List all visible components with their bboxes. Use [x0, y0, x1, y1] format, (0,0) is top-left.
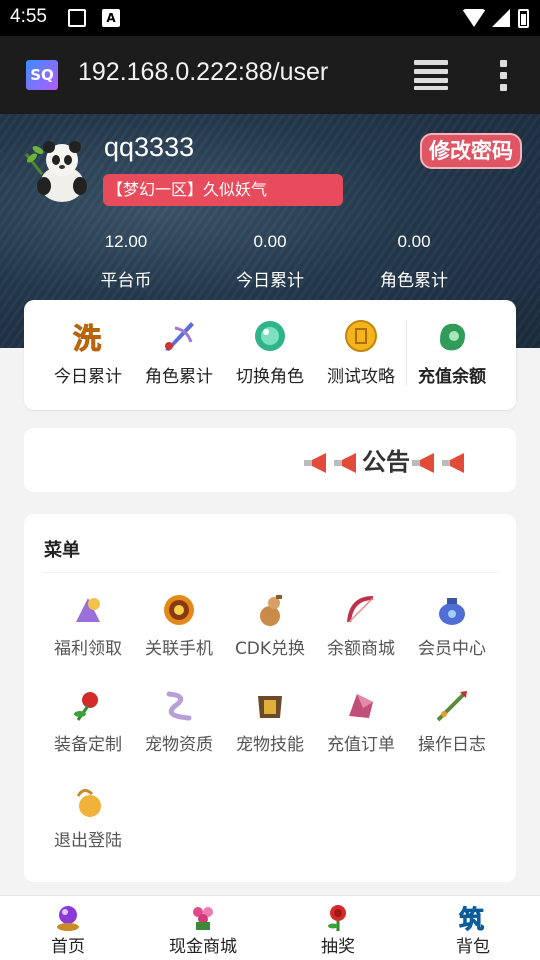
- app-bar: SQ 192.168.0.222:88/user: [0, 36, 540, 114]
- quick-recharge-balance[interactable]: 充值余额: [407, 318, 497, 387]
- gourd-icon: [252, 592, 288, 628]
- app-logo: SQ: [26, 60, 58, 90]
- quick-label: 角色累计: [145, 367, 213, 387]
- menu-label: 会员中心: [418, 639, 486, 659]
- notice-marquee: 公告: [302, 442, 470, 477]
- nav-label: 首页: [51, 937, 85, 957]
- page-url: 192.168.0.222:88/user: [78, 58, 329, 86]
- menu-label: 福利领取: [54, 639, 122, 659]
- wheel-icon: [161, 592, 197, 628]
- nav-label: 背包: [456, 937, 490, 957]
- quick-actions-card: 洗 今日累计 角色累计 切换角色 测试攻略 充值余额: [24, 300, 516, 410]
- notice-bar[interactable]: 公告: [24, 428, 516, 492]
- notice-label: 公告: [362, 448, 410, 476]
- megaphone-icon: [302, 452, 332, 474]
- stat-role-total: 0.00 角色累计: [354, 232, 474, 291]
- flower-icon: [70, 688, 106, 724]
- bow-icon: [343, 592, 379, 628]
- menu-item-equip-custom[interactable]: 装备定制: [43, 688, 133, 755]
- battery-icon: [518, 9, 529, 28]
- avatar: [20, 134, 92, 206]
- orb-icon: [252, 318, 288, 354]
- gift-icon: [70, 592, 106, 628]
- shop-icon: [188, 902, 218, 932]
- scarf-icon: [161, 688, 197, 724]
- menu-item-recharge-orders[interactable]: 充值订单: [316, 688, 406, 755]
- lottery-icon: [323, 902, 353, 932]
- nav-lottery[interactable]: 抽奖: [288, 902, 388, 957]
- menu-item-operation-log[interactable]: 操作日志: [407, 688, 497, 755]
- menu-label: CDK兑换: [234, 639, 306, 659]
- stat-value: 0.00: [397, 232, 431, 251]
- menu-label: 余额商城: [327, 639, 395, 659]
- bottom-nav: 首页 现金商城 抽奖 筑 背包: [0, 895, 540, 960]
- backpack-icon: 筑: [458, 902, 488, 935]
- divider: [42, 572, 498, 573]
- nav-label: 抽奖: [321, 937, 355, 957]
- image-notification-icon: [68, 9, 86, 27]
- menu-label: 退出登陆: [54, 831, 122, 851]
- stat-label: 平台币: [100, 271, 152, 291]
- signal-icon: [492, 9, 510, 27]
- quick-label: 切换角色: [236, 367, 304, 387]
- app-notification-icon: A: [102, 9, 120, 27]
- menu-item-pet-aptitude[interactable]: 宠物资质: [134, 688, 224, 755]
- quick-label: 今日累计: [54, 367, 122, 387]
- menu-item-link-phone[interactable]: 关联手机: [134, 592, 224, 659]
- nav-home[interactable]: 首页: [18, 902, 118, 957]
- stat-today-total: 0.00 今日累计: [210, 232, 330, 291]
- svg-text:筑: 筑: [459, 905, 484, 932]
- menu-card: 菜单 福利领取 关联手机 CDK兑换 余额商城 会员中心 装备定制 宠物资质 宠…: [24, 514, 516, 882]
- menu-item-member-center[interactable]: 会员中心: [407, 592, 497, 659]
- megaphone-icon: [410, 452, 440, 474]
- crystal-icon: [343, 688, 379, 724]
- wash-icon: 洗: [70, 318, 106, 356]
- quick-role-total[interactable]: 角色累计: [134, 318, 224, 387]
- menu-item-cdk[interactable]: CDK兑换: [225, 592, 315, 659]
- stat-platform-coin: 12.00 平台币: [66, 232, 186, 291]
- username: qq3333: [104, 132, 195, 162]
- stat-label: 角色累计: [380, 271, 448, 291]
- status-bar: 4:55 A: [0, 0, 540, 36]
- nav-cash-shop[interactable]: 现金商城: [153, 902, 253, 957]
- megaphone-icon: [332, 452, 362, 474]
- bag-icon: [434, 592, 470, 628]
- menu-label: 宠物技能: [236, 735, 304, 755]
- stat-value: 0.00: [253, 232, 287, 251]
- coin-icon: [343, 318, 379, 354]
- wifi-icon: [462, 9, 486, 27]
- sword-icon: [161, 318, 197, 354]
- menu-title: 菜单: [44, 540, 80, 561]
- nav-backpack[interactable]: 筑 背包: [423, 902, 523, 957]
- quick-test-guide[interactable]: 测试攻略: [316, 318, 406, 387]
- server-badge: 【梦幻一区】久似妖气: [103, 174, 343, 206]
- menu-label: 操作日志: [418, 735, 486, 755]
- menu-item-pet-skill[interactable]: 宠物技能: [225, 688, 315, 755]
- megaphone-icon: [440, 452, 470, 474]
- jade-icon: [434, 318, 470, 354]
- armor-icon: [252, 688, 288, 724]
- menu-label: 宠物资质: [145, 735, 213, 755]
- menu-item-balance-shop[interactable]: 余额商城: [316, 592, 406, 659]
- menu-label: 充值订单: [327, 735, 395, 755]
- quick-label: 充值余额: [418, 367, 486, 387]
- quick-today-total[interactable]: 洗 今日累计: [43, 318, 133, 388]
- svg-text:洗: 洗: [73, 322, 101, 354]
- menu-label: 装备定制: [54, 735, 122, 755]
- home-orb-icon: [53, 902, 83, 932]
- nav-label: 现金商城: [169, 937, 237, 957]
- quick-switch-role[interactable]: 切换角色: [225, 318, 315, 387]
- menu-item-welfare[interactable]: 福利领取: [43, 592, 133, 659]
- quick-label: 测试攻略: [327, 367, 395, 387]
- stat-label: 今日累计: [236, 271, 304, 291]
- stat-value: 12.00: [104, 232, 148, 251]
- spear-icon: [434, 688, 470, 724]
- menu-item-logout[interactable]: 退出登陆: [43, 784, 133, 851]
- menu-label: 关联手机: [145, 639, 213, 659]
- change-password-button[interactable]: 修改密码: [420, 133, 522, 169]
- tabs-icon[interactable]: [414, 60, 448, 90]
- more-menu-icon[interactable]: [498, 60, 508, 92]
- purse-icon: [70, 784, 106, 820]
- status-time: 4:55: [10, 6, 47, 27]
